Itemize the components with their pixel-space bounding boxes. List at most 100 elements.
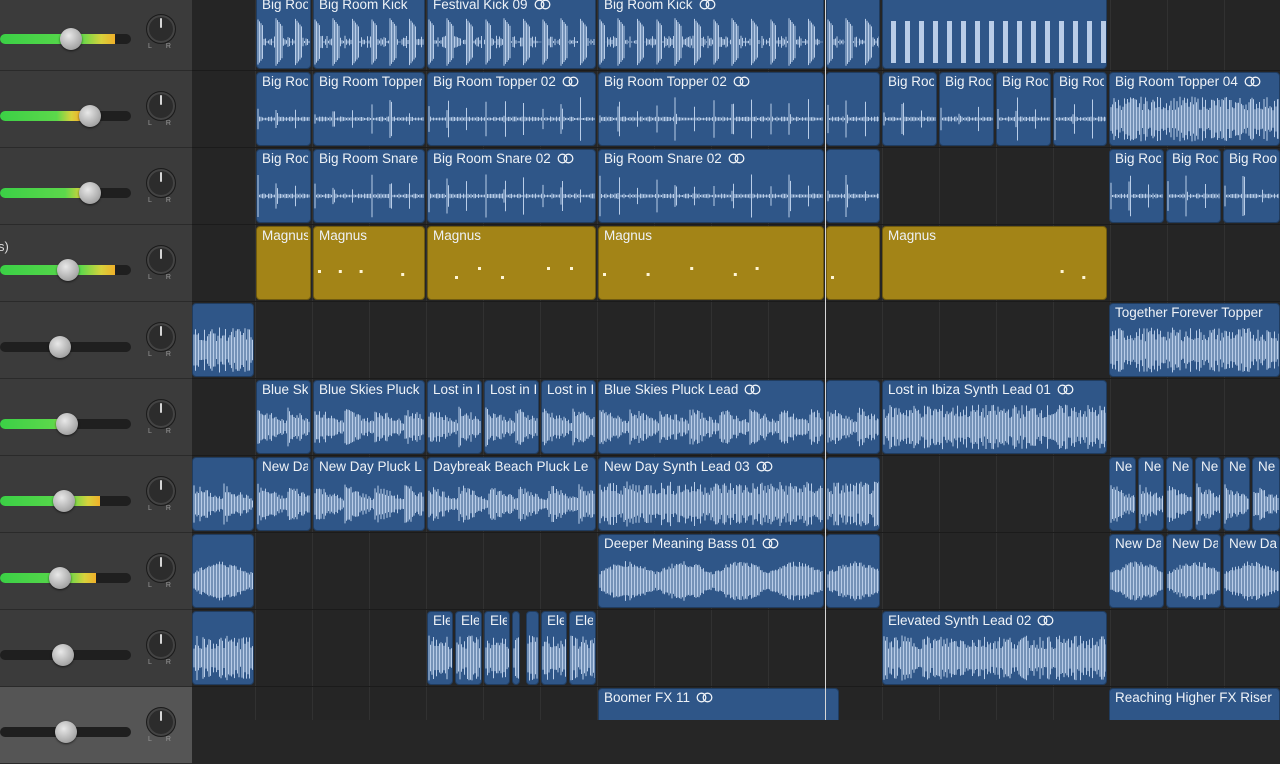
audio-region[interactable]: Big Roo — [1223, 149, 1280, 223]
audio-region[interactable]: Big Roo — [996, 72, 1051, 146]
audio-region[interactable]: New Da — [1109, 534, 1164, 608]
audio-region[interactable]: New Day Synth Lead 03 — [598, 457, 824, 531]
pan-knob[interactable] — [146, 90, 176, 121]
audio-region[interactable] — [826, 72, 880, 146]
pan-knob[interactable] — [146, 321, 176, 352]
pan-knob[interactable] — [146, 244, 176, 275]
audio-region[interactable]: Lost in I — [427, 380, 482, 454]
volume-fader[interactable] — [0, 110, 131, 121]
audio-region[interactable] — [526, 611, 539, 685]
audio-region[interactable]: New Day Pluck L — [313, 457, 425, 531]
track-header[interactable]: LR — [0, 302, 192, 379]
audio-region[interactable]: New Da — [256, 457, 311, 531]
midi-region[interactable]: Magnus — [313, 226, 425, 300]
audio-region[interactable]: Big Room Topper 04 — [1109, 72, 1280, 146]
audio-region[interactable] — [192, 457, 254, 531]
audio-region[interactable]: New Da — [1166, 534, 1221, 608]
audio-region[interactable] — [826, 149, 880, 223]
volume-fader-knob[interactable] — [59, 27, 82, 50]
audio-region[interactable]: Ele — [427, 611, 453, 685]
audio-region[interactable]: Lost in I — [541, 380, 596, 454]
volume-fader-knob[interactable] — [51, 643, 74, 666]
audio-region[interactable]: Big Room Snare 02 — [598, 149, 824, 223]
track-header[interactable]: LR — [0, 456, 192, 533]
audio-region[interactable]: Big Room Kick — [313, 0, 425, 69]
volume-fader-knob[interactable] — [55, 412, 78, 435]
audio-region[interactable]: Ele — [569, 611, 596, 685]
pan-knob[interactable] — [146, 552, 176, 583]
audio-region[interactable]: Ele — [484, 611, 510, 685]
track-header[interactable]: LR — [0, 533, 192, 610]
audio-region[interactable]: Big Room Snare 02 — [427, 149, 596, 223]
audio-region[interactable] — [826, 0, 880, 69]
midi-region[interactable]: Magnus — [598, 226, 824, 300]
track-header[interactable]: LR — [0, 379, 192, 456]
volume-fader-knob[interactable] — [49, 335, 72, 358]
pan-knob[interactable] — [146, 398, 176, 429]
audio-region[interactable]: Big Roo — [1053, 72, 1107, 146]
audio-region[interactable]: Lost in Ibiza Synth Lead 01 — [882, 380, 1107, 454]
audio-region[interactable] — [192, 534, 254, 608]
audio-region[interactable]: New Da — [1223, 534, 1280, 608]
audio-region[interactable]: Daybreak Beach Pluck Le — [427, 457, 596, 531]
pan-knob[interactable] — [146, 629, 176, 660]
tracks-area[interactable]: Big Roo Big Room Kick Festival Kick 09 Big … — [192, 0, 1280, 720]
audio-region[interactable]: Big Roo — [256, 149, 311, 223]
audio-region[interactable]: Big Room Topper — [313, 72, 425, 146]
midi-region[interactable]: Magnus — [256, 226, 311, 300]
audio-region[interactable] — [882, 0, 1107, 69]
audio-region[interactable]: Deeper Meaning Bass 01 — [598, 534, 824, 608]
audio-region[interactable]: Big Room Snare — [313, 149, 425, 223]
audio-region[interactable]: Boomer FX 11 — [598, 688, 839, 720]
pan-knob[interactable] — [146, 706, 176, 737]
audio-region[interactable] — [826, 380, 880, 454]
audio-region[interactable]: Ne — [1195, 457, 1221, 531]
audio-region[interactable] — [512, 611, 520, 685]
audio-region[interactable] — [192, 611, 254, 685]
audio-region[interactable]: Together Forever Topper — [1109, 303, 1280, 377]
track-header[interactable]: LR — [0, 610, 192, 687]
audio-region[interactable]: Ele — [455, 611, 482, 685]
volume-fader-knob[interactable] — [79, 104, 102, 127]
track-header[interactable]: s) LR — [0, 225, 192, 302]
audio-region[interactable]: Blue Skies Pluck Lead — [598, 380, 824, 454]
playhead[interactable] — [825, 0, 826, 720]
audio-region[interactable]: Ne — [1109, 457, 1136, 531]
volume-fader-knob[interactable] — [53, 489, 76, 512]
track-header[interactable]: LR — [0, 148, 192, 225]
audio-region[interactable]: Big Roo — [939, 72, 994, 146]
audio-region[interactable] — [192, 303, 254, 377]
audio-region[interactable]: Big Roo — [882, 72, 937, 146]
audio-region[interactable]: Blue Sk — [256, 380, 311, 454]
midi-region[interactable]: Magnus — [882, 226, 1107, 300]
audio-region[interactable]: Big Roo — [1166, 149, 1221, 223]
audio-region[interactable] — [826, 534, 880, 608]
volume-fader-knob[interactable] — [49, 566, 72, 589]
pan-knob[interactable] — [146, 167, 176, 198]
audio-region[interactable]: Lost in I — [484, 380, 539, 454]
audio-region[interactable]: Big Room Topper 02 — [427, 72, 596, 146]
audio-region[interactable]: Ne — [1166, 457, 1193, 531]
audio-region[interactable]: Big Room Kick — [598, 0, 824, 69]
track-header[interactable]: LR — [0, 687, 192, 764]
audio-region[interactable]: Big Room Topper 02 — [598, 72, 824, 146]
volume-fader[interactable] — [0, 187, 131, 198]
volume-fader-knob[interactable] — [57, 258, 80, 281]
pan-knob[interactable] — [146, 475, 176, 506]
pan-knob[interactable] — [146, 13, 176, 44]
audio-region[interactable]: Blue Skies Pluck — [313, 380, 425, 454]
audio-region[interactable]: Big Roo — [256, 0, 311, 69]
midi-region[interactable] — [826, 226, 880, 300]
audio-region[interactable]: Ne — [1223, 457, 1250, 531]
audio-region[interactable] — [826, 457, 880, 531]
audio-region[interactable]: Big Roo — [1109, 149, 1164, 223]
track-header[interactable]: LR — [0, 71, 192, 148]
volume-fader-knob[interactable] — [79, 181, 102, 204]
volume-fader-knob[interactable] — [54, 720, 77, 743]
audio-region[interactable]: Ele — [541, 611, 567, 685]
audio-region[interactable]: Elevated Synth Lead 02 — [882, 611, 1107, 685]
track-header[interactable]: LR — [0, 0, 192, 71]
midi-region[interactable]: Magnus — [427, 226, 596, 300]
audio-region[interactable]: Big Roo — [256, 72, 311, 146]
audio-region[interactable]: Ne — [1138, 457, 1164, 531]
